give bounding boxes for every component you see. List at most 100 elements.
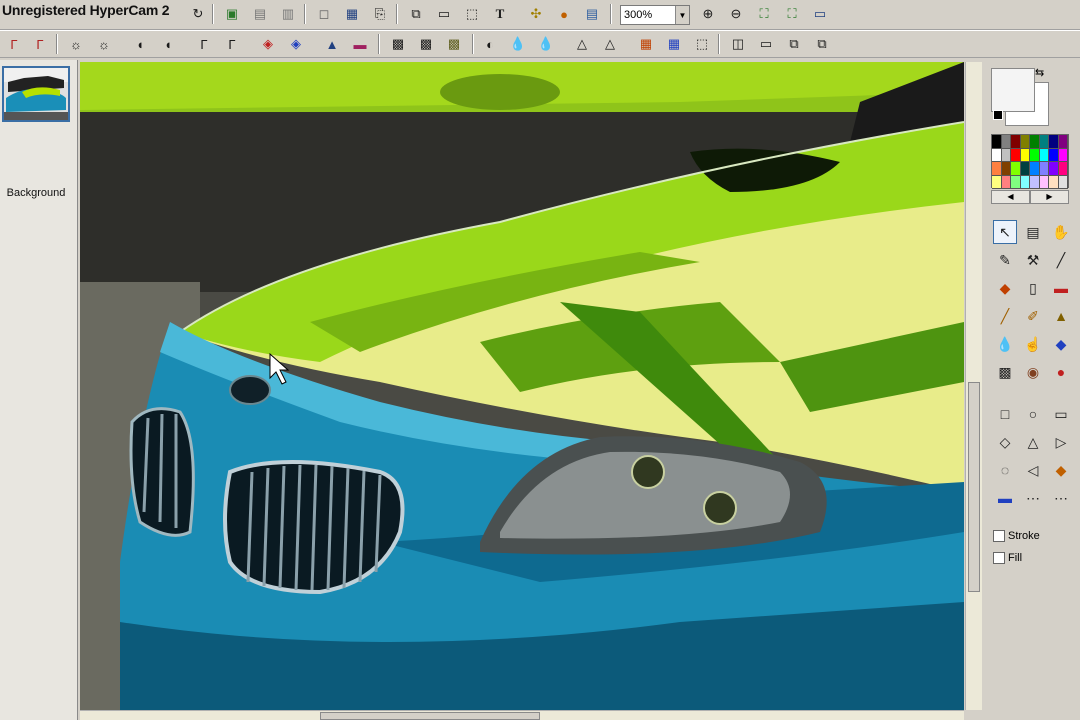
palette-swatch[interactable]	[1058, 135, 1068, 149]
palette-swatch[interactable]	[992, 135, 1002, 149]
palette-swatch[interactable]	[1039, 148, 1049, 162]
palette-next-icon[interactable]: ▶	[1030, 190, 1069, 204]
horizontal-scroll-thumb[interactable]	[320, 712, 540, 720]
posterize-icon[interactable]: ▩	[388, 34, 408, 54]
palette-swatch[interactable]	[1001, 162, 1011, 176]
select-icon[interactable]: ⬚	[462, 4, 482, 24]
frame-icon[interactable]: ◫	[728, 34, 748, 54]
palette-swatch[interactable]	[1058, 148, 1068, 162]
horizontal-scrollbar[interactable]	[80, 710, 964, 720]
marquee-tool-icon[interactable]: ▤	[1021, 220, 1045, 244]
saturation-icon[interactable]: ◈	[258, 34, 278, 54]
histogram-icon[interactable]: ▦	[664, 34, 684, 54]
clipboard-icon[interactable]: ▭	[434, 4, 454, 24]
invert-icon[interactable]: ▬	[350, 34, 370, 54]
copy-icon[interactable]: ⧉	[406, 4, 426, 24]
palette-swatch[interactable]	[1030, 148, 1040, 162]
palette-swatch[interactable]	[1020, 175, 1030, 189]
redo-icon[interactable]: ↻	[188, 4, 208, 24]
edge-icon[interactable]: 💧	[536, 34, 556, 54]
hue-icon[interactable]: Γ	[222, 34, 242, 54]
vertical-scroll-thumb[interactable]	[968, 382, 980, 592]
eyedropper-tool-icon[interactable]: ✎	[993, 248, 1017, 272]
eraser-tool-icon[interactable]: ▬	[1049, 276, 1073, 300]
emboss-icon[interactable]: 💧	[508, 34, 528, 54]
triangle-tool-icon[interactable]: △	[1021, 430, 1045, 454]
effects-icon[interactable]: ✣	[526, 4, 546, 24]
brush-tool-icon[interactable]: ╱	[993, 304, 1017, 328]
pointer-tool-icon[interactable]: ↖	[993, 220, 1017, 244]
layers-icon[interactable]: ⧉	[812, 34, 832, 54]
blur-tool-icon[interactable]: 💧	[993, 332, 1017, 356]
print-icon[interactable]: ▥	[278, 4, 298, 24]
palette-swatch[interactable]	[1001, 148, 1011, 162]
levels-icon[interactable]: ◖	[130, 34, 150, 54]
fill-option[interactable]: Fill	[993, 552, 1022, 564]
palette-swatch[interactable]	[1020, 148, 1030, 162]
palette-swatch[interactable]	[1049, 162, 1059, 176]
palette-swatch[interactable]	[1011, 175, 1021, 189]
callout-tool-icon[interactable]: ◁	[1021, 458, 1045, 482]
hand-tool-icon[interactable]: ✋	[1049, 220, 1073, 244]
zoom-in-icon[interactable]: ⊕	[698, 4, 718, 24]
palette-swatch[interactable]	[1039, 175, 1049, 189]
gamma-icon[interactable]: Γ	[194, 34, 214, 54]
red-eye-tool-icon[interactable]: ◉	[1021, 360, 1045, 384]
palette-swatch[interactable]	[1049, 135, 1059, 149]
rectangle-tool-icon[interactable]: □	[993, 402, 1017, 426]
shadow-icon[interactable]: ▭	[756, 34, 776, 54]
stroke-checkbox[interactable]	[993, 530, 1005, 542]
color-palette[interactable]	[991, 134, 1069, 189]
palette-swatch[interactable]	[1030, 135, 1040, 149]
palette-swatch[interactable]	[1030, 175, 1040, 189]
palette-swatch[interactable]	[992, 175, 1002, 189]
swap-colors-icon[interactable]: ⇆	[1035, 66, 1044, 79]
paste-icon[interactable]: ⎘	[370, 4, 390, 24]
stroke-width-icon[interactable]: ▬	[993, 486, 1017, 510]
rounded-rect-tool-icon[interactable]: ▭	[1049, 402, 1073, 426]
stroke-style-icon[interactable]: ⋯	[1021, 486, 1045, 510]
chevron-down-icon[interactable]: ▼	[675, 6, 689, 24]
mosaic-tool-icon[interactable]: ▩	[993, 360, 1017, 384]
noise-icon[interactable]: △	[572, 34, 592, 54]
smudge-tool-icon[interactable]: ☝	[1021, 332, 1045, 356]
palette-swatch[interactable]	[1020, 135, 1030, 149]
palette-swatch[interactable]	[1039, 162, 1049, 176]
line-tool-icon[interactable]: ╱	[1049, 248, 1073, 272]
layout-icon[interactable]: ▤	[582, 4, 602, 24]
colorize-icon[interactable]: ◈	[286, 34, 306, 54]
zoom-select[interactable]: 300% ▼	[620, 5, 690, 25]
fill-checkbox[interactable]	[993, 552, 1005, 564]
airbrush-tool-icon[interactable]: ✐	[1021, 304, 1045, 328]
export-icon[interactable]: ▤	[250, 4, 270, 24]
stroke-end-icon[interactable]: ⋯	[1049, 486, 1073, 510]
image-icon[interactable]: ▦	[342, 4, 362, 24]
palette-swatch[interactable]	[1011, 148, 1021, 162]
palette-swatch[interactable]	[1058, 162, 1068, 176]
fit-window-icon[interactable]: ⛶	[754, 4, 774, 24]
crop-icon[interactable]: ◻	[314, 4, 334, 24]
palette-swatch[interactable]	[1001, 135, 1011, 149]
import-icon[interactable]: ▣	[222, 4, 242, 24]
fill-tool-icon[interactable]: ◆	[993, 276, 1017, 300]
blur-icon[interactable]: ▩	[416, 34, 436, 54]
palette-swatch[interactable]	[1030, 162, 1040, 176]
palette-swatch[interactable]	[1001, 175, 1011, 189]
palette-swatch[interactable]	[1039, 135, 1049, 149]
brightness-icon[interactable]: ☼	[66, 34, 86, 54]
page-icon[interactable]: ⬚	[692, 34, 712, 54]
curves-icon[interactable]: ◖	[158, 34, 178, 54]
palette-swatch[interactable]	[1020, 162, 1030, 176]
palette-swatch[interactable]	[1011, 135, 1021, 149]
custom-shape-tool-icon[interactable]: ◆	[1049, 458, 1073, 482]
clone-tool-icon[interactable]: ▯	[1021, 276, 1045, 300]
ellipse-tool-icon[interactable]: ○	[1021, 402, 1045, 426]
magic-wand-tool-icon[interactable]: ⚒	[1021, 248, 1045, 272]
merge-icon[interactable]: ⧉	[784, 34, 804, 54]
palette-swatch[interactable]	[1011, 162, 1021, 176]
zoom-out-icon[interactable]: ⊖	[726, 4, 746, 24]
diamond-tool-icon[interactable]: ◇	[993, 430, 1017, 454]
sharpen-icon[interactable]: ▩	[444, 34, 464, 54]
image-canvas[interactable]	[80, 62, 964, 710]
soften-icon[interactable]: ◐	[480, 34, 500, 54]
